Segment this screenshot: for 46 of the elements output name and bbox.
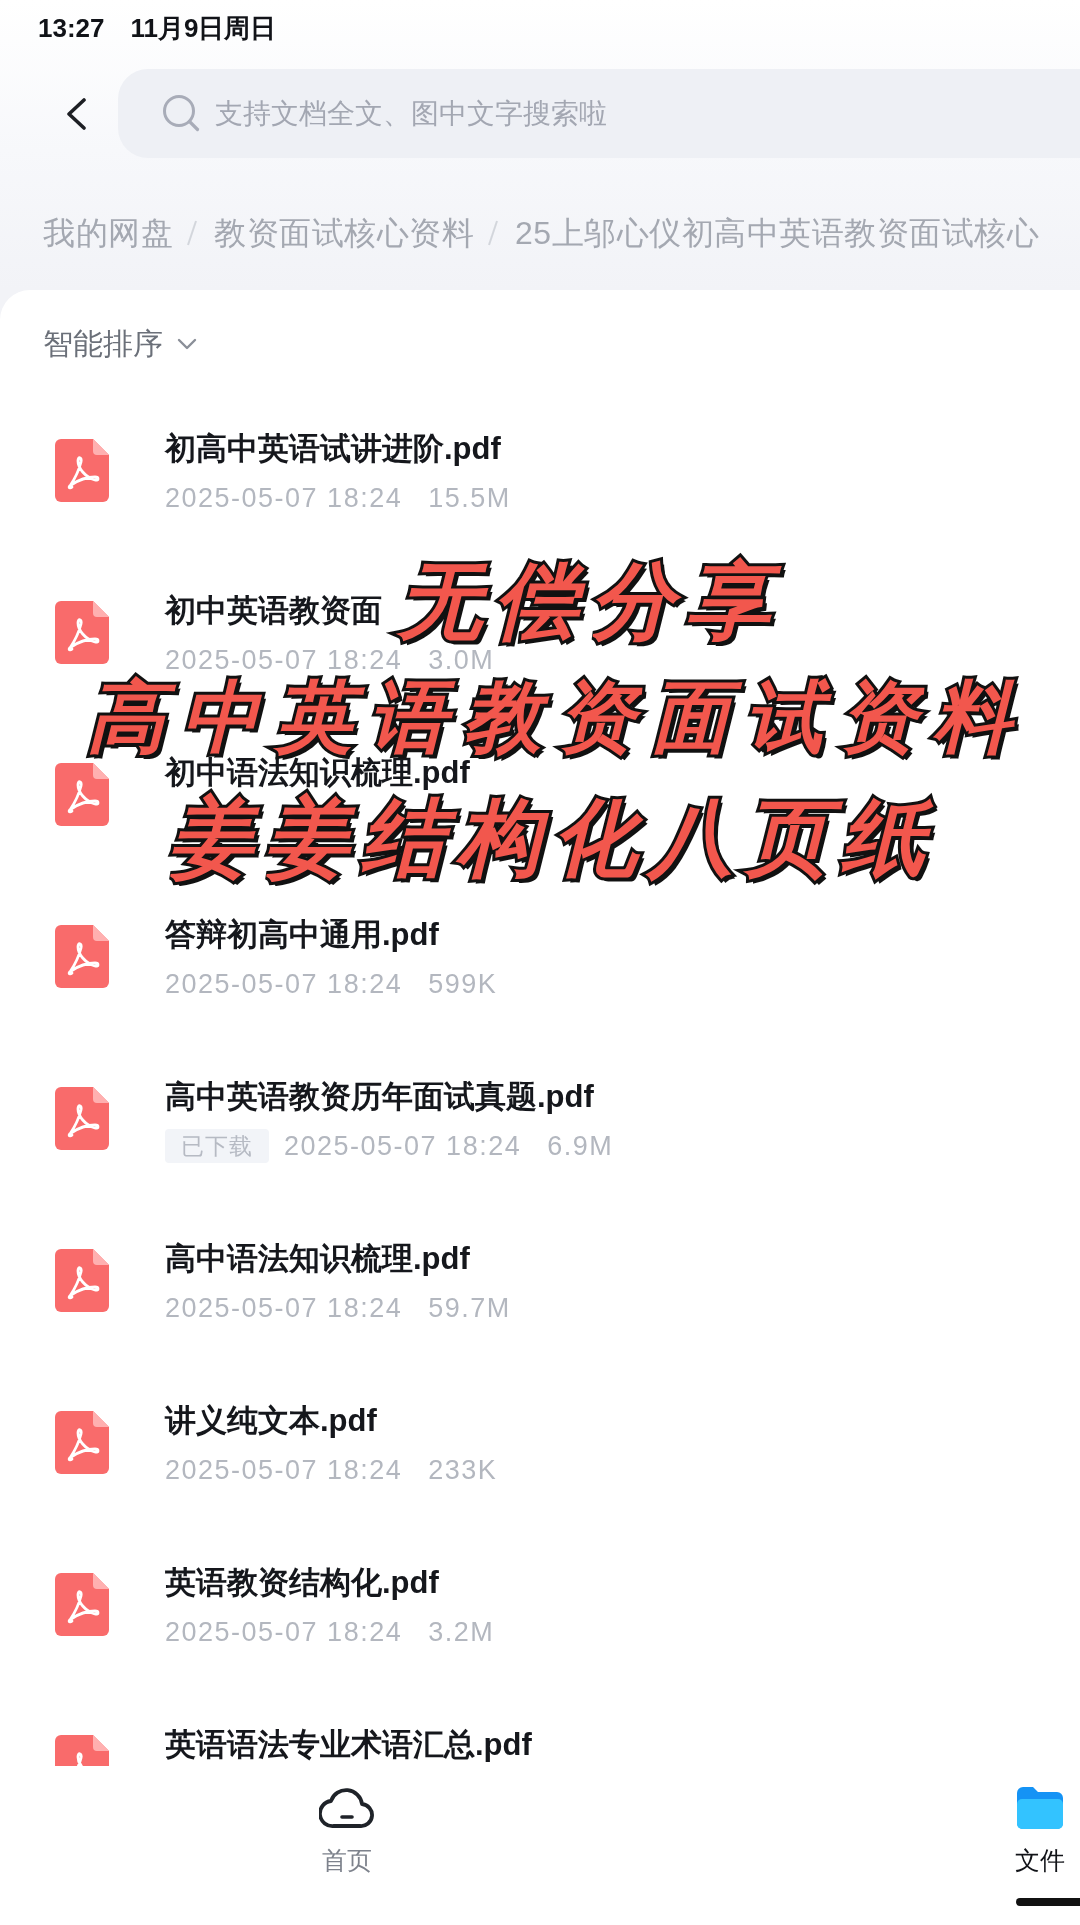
file-name[interactable]: 初中语法知识梳理.pdf	[165, 758, 470, 788]
status-time: 13:27	[38, 12, 105, 44]
folder-icon	[1017, 1787, 1063, 1829]
file-name[interactable]: 英语语法专业术语汇总.pdf	[165, 1730, 532, 1760]
file-size: 6.9M	[547, 1133, 614, 1159]
pdf-file-icon	[55, 1087, 109, 1150]
file-size: 15.5M	[428, 485, 511, 511]
chevron-down-icon	[177, 338, 197, 350]
breadcrumb-separator-icon	[187, 220, 197, 246]
file-date: 2025-05-07 18:24	[165, 1295, 403, 1321]
back-icon	[65, 97, 87, 130]
file-size: 59.7M	[428, 1295, 511, 1321]
file-size: 599K	[428, 971, 498, 997]
pdf-file-icon	[55, 601, 109, 664]
file-name[interactable]: 高中英语教资历年面试真题.pdf	[165, 1082, 614, 1112]
pdf-file-icon	[55, 1573, 109, 1636]
file-date: 2025-05-07 18:24	[165, 1457, 403, 1483]
file-name[interactable]: 答辩初高中通用.pdf	[165, 920, 498, 950]
pdf-file-icon	[55, 439, 109, 502]
file-size: 3.0M	[428, 647, 495, 673]
file-size: 233K	[428, 1457, 498, 1483]
pdf-file-icon	[55, 1249, 109, 1312]
pdf-file-icon	[55, 763, 109, 826]
file-name[interactable]: 英语教资结构化.pdf	[165, 1568, 495, 1598]
home-indicator	[1016, 1898, 1080, 1906]
file-date: 2025-05-07 18:24	[165, 1619, 403, 1645]
pdf-file-icon	[55, 925, 109, 988]
file-date: 2025-05-07 18:24	[165, 485, 403, 511]
sort-dropdown[interactable]: 智能排序	[43, 324, 197, 364]
breadcrumb-separator-icon	[488, 220, 498, 246]
search-icon	[162, 94, 200, 132]
file-date: 2025-05-07 18:24	[165, 647, 403, 673]
nav-tab[interactable]: 首页	[311, 1766, 383, 1876]
status-date: 11月9日周日	[130, 11, 277, 45]
search-field[interactable]: 支持文档全文、图中文字搜索啦	[118, 69, 1080, 158]
pdf-file-icon	[55, 1411, 109, 1474]
file-name[interactable]: 讲义纯文本.pdf	[165, 1406, 498, 1436]
overlay-caption: 姜姜结构化八页纸	[168, 792, 938, 884]
downloaded-tag: 已下载	[165, 1129, 269, 1163]
file-name[interactable]: 初高中英语试讲进阶.pdf	[165, 434, 511, 464]
file-name[interactable]: 高中语法知识梳理.pdf	[165, 1244, 511, 1274]
cloud-icon	[319, 1787, 375, 1829]
file-size: 3.2M	[428, 1619, 495, 1645]
file-date: 2025-05-07 18:24	[284, 1133, 522, 1159]
nav-tab[interactable]: 文件	[1004, 1766, 1076, 1876]
file-date: 2025-05-07 18:24	[165, 971, 403, 997]
